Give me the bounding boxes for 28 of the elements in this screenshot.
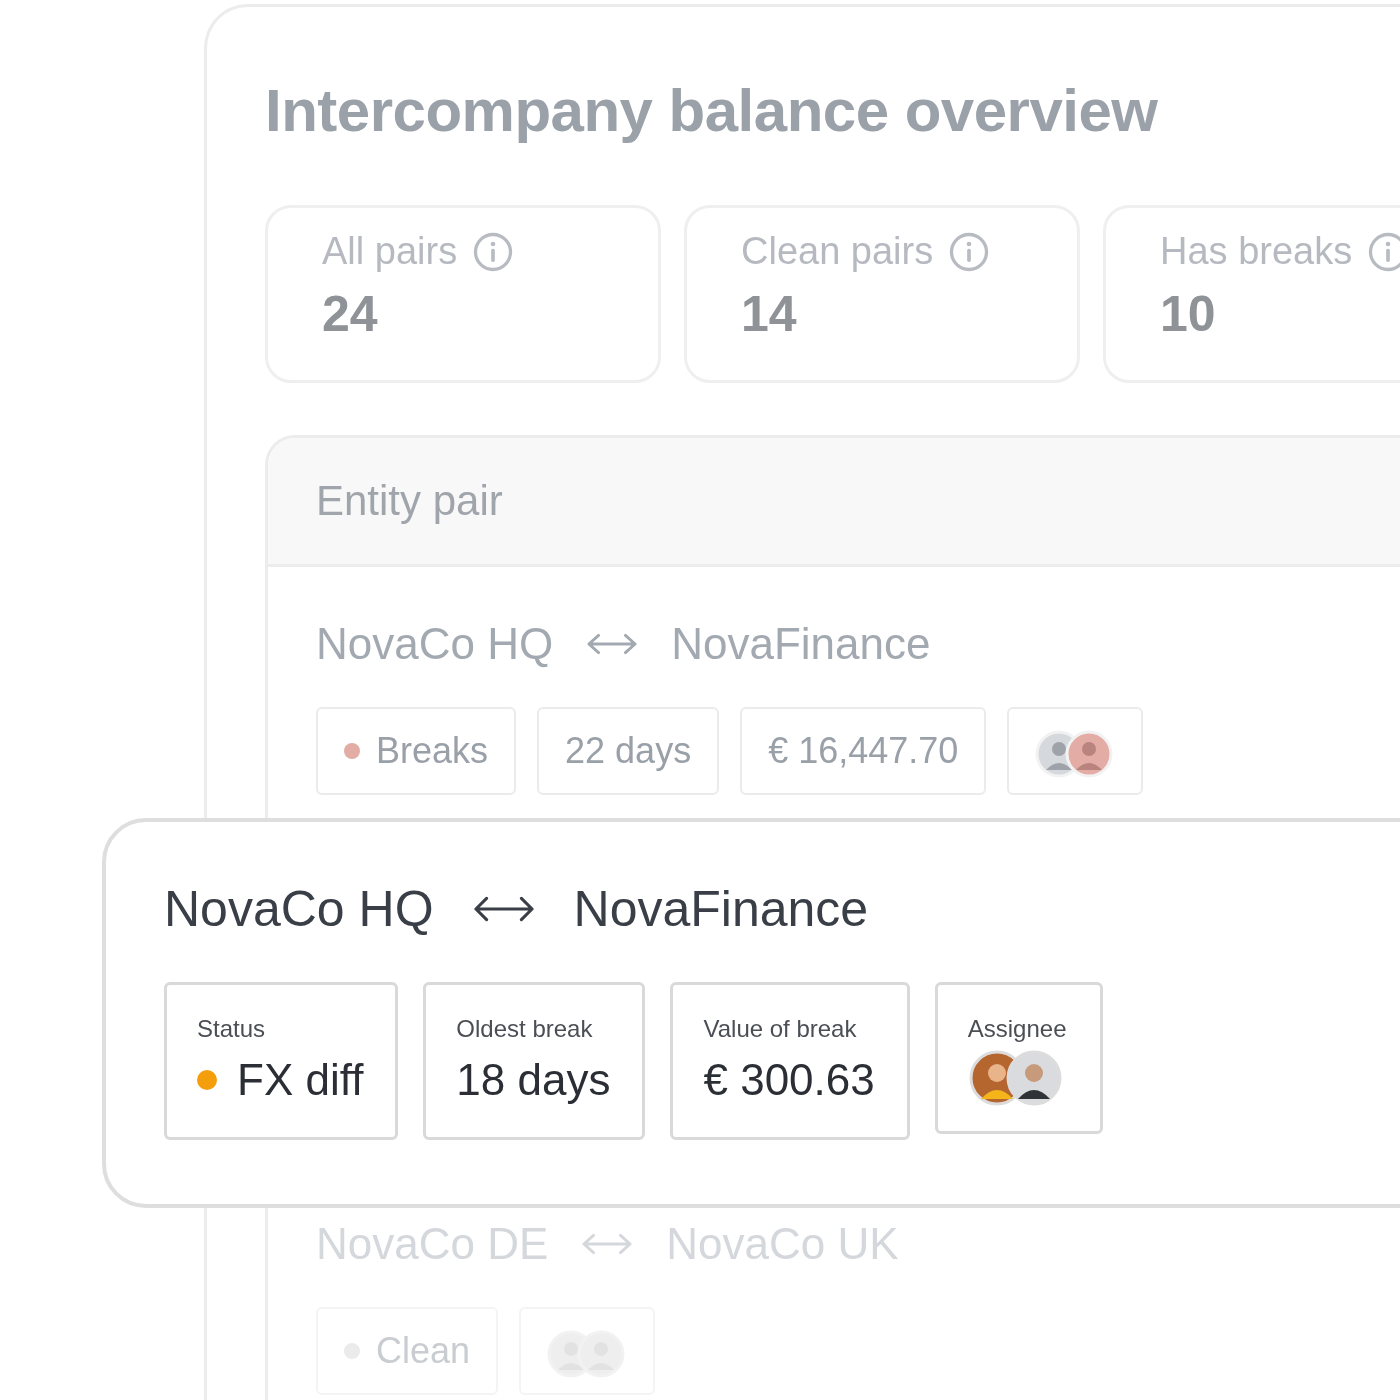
page-title: Intercompany balance overview xyxy=(265,76,1159,146)
field-label: Value of break xyxy=(703,1015,858,1043)
entity-name: NovaFinance xyxy=(671,619,931,669)
status-text: FX diff xyxy=(237,1055,364,1105)
field-value: 18 days xyxy=(456,1055,611,1105)
field-label: Oldest break xyxy=(456,1015,594,1043)
stat-value: 14 xyxy=(741,285,798,343)
stat-value: 24 xyxy=(322,285,379,343)
stat-label: All pairs xyxy=(322,230,458,273)
stat-label: Clean pairs xyxy=(741,230,934,273)
two-way-arrow-icon xyxy=(587,632,638,656)
entity-name: NovaCo HQ xyxy=(164,880,434,938)
field-label: Assignee xyxy=(967,1015,1068,1043)
status-text: Breaks xyxy=(376,730,489,772)
value-text: € 16,447.70 xyxy=(768,730,959,772)
value-text: 22 days xyxy=(565,730,692,772)
info-icon[interactable] xyxy=(1368,231,1400,272)
stat-value: 10 xyxy=(1160,285,1217,343)
column-header: Entity pair xyxy=(316,477,503,525)
info-icon[interactable] xyxy=(473,231,514,272)
entity-name: NovaFinance xyxy=(573,880,869,938)
two-way-arrow-icon xyxy=(473,894,534,924)
field-label: Status xyxy=(197,1015,267,1043)
two-way-arrow-icon xyxy=(582,1232,633,1256)
info-icon[interactable] xyxy=(949,231,990,272)
entity-name: NovaCo HQ xyxy=(316,619,554,669)
field-value: € 300.63 xyxy=(703,1055,875,1105)
stat-label: Has breaks xyxy=(1160,230,1353,273)
